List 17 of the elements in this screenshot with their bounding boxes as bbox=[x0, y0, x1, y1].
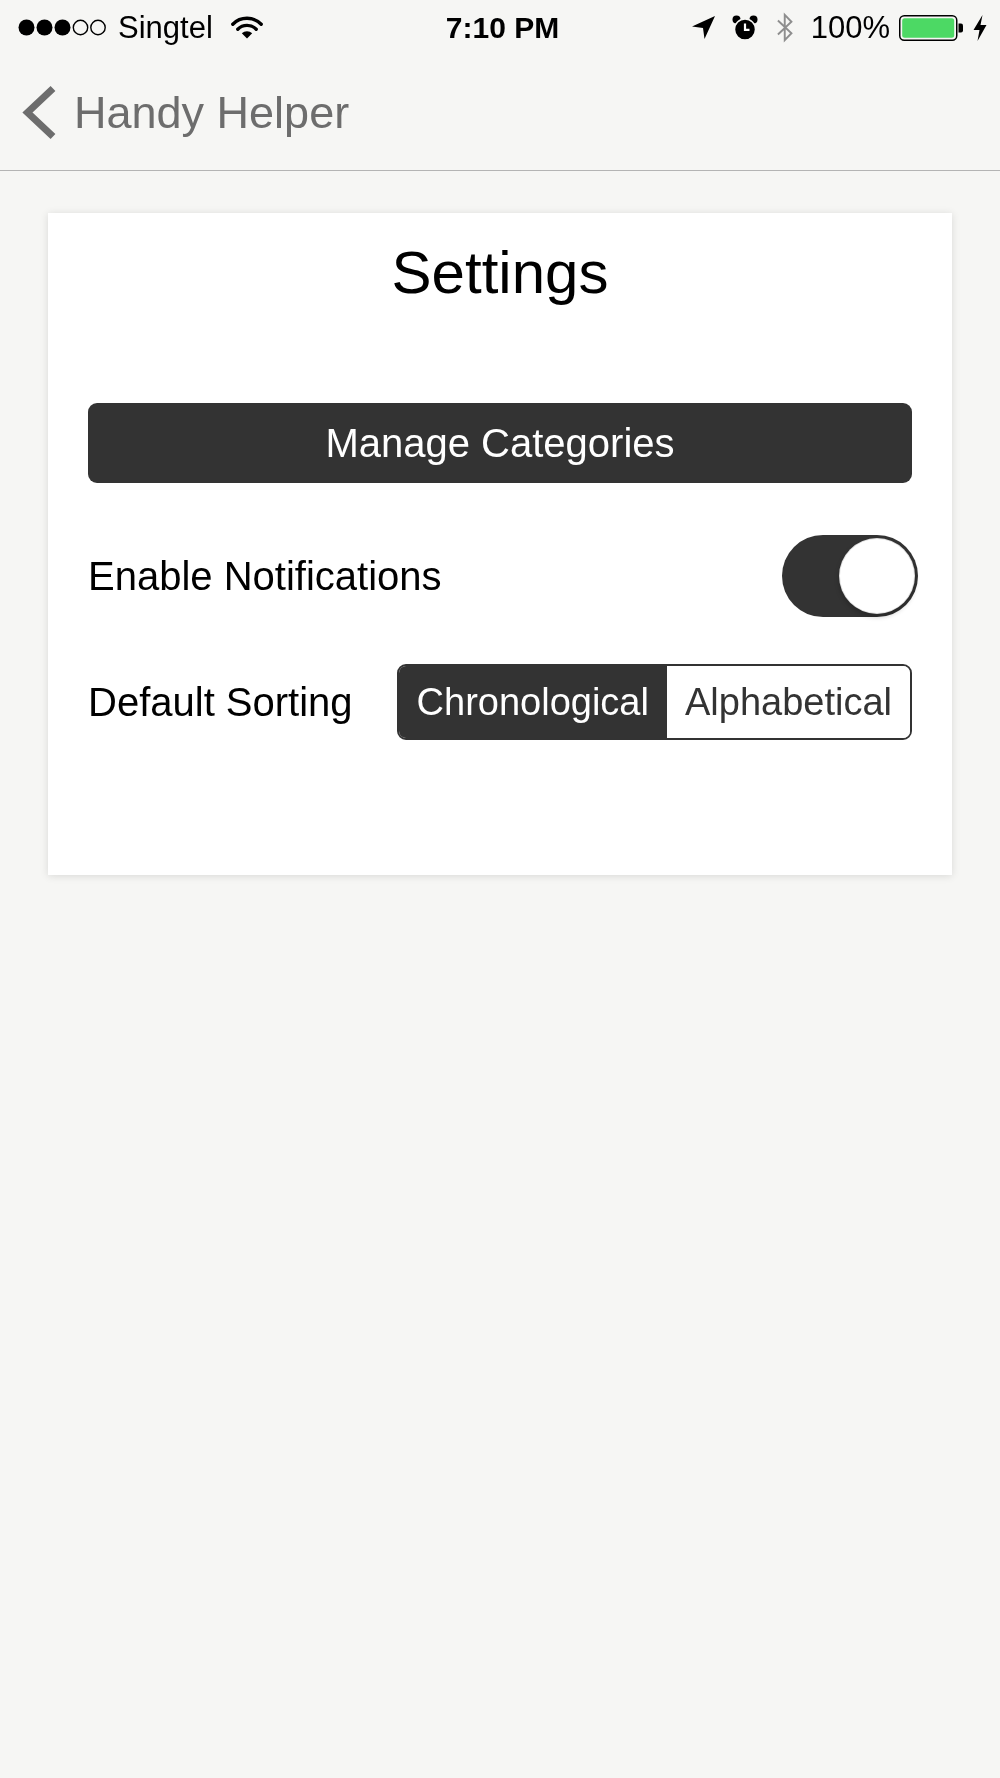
bluetooth-icon bbox=[775, 12, 794, 43]
charging-bolt-icon bbox=[973, 14, 987, 41]
location-arrow-icon bbox=[691, 16, 715, 39]
setting-label: Enable Notifications bbox=[88, 553, 442, 599]
status-time: 7:10 PM bbox=[445, 10, 560, 45]
back-button[interactable]: Handy Helper bbox=[20, 81, 354, 144]
sort-option-button[interactable]: Chronological bbox=[398, 666, 667, 738]
battery-icon bbox=[899, 14, 963, 41]
carrier-name: Singtel bbox=[118, 9, 213, 46]
manage-categories-button[interactable]: Manage Categories bbox=[88, 403, 912, 483]
alarm-clock-icon bbox=[731, 14, 758, 41]
wifi-icon bbox=[230, 16, 263, 39]
setting-label: Default Sorting bbox=[88, 679, 353, 725]
signal-strength-icon bbox=[18, 19, 106, 36]
page-title: Settings bbox=[391, 238, 609, 308]
battery-percentage: 100% bbox=[810, 9, 890, 46]
back-chevron-icon bbox=[22, 85, 57, 140]
